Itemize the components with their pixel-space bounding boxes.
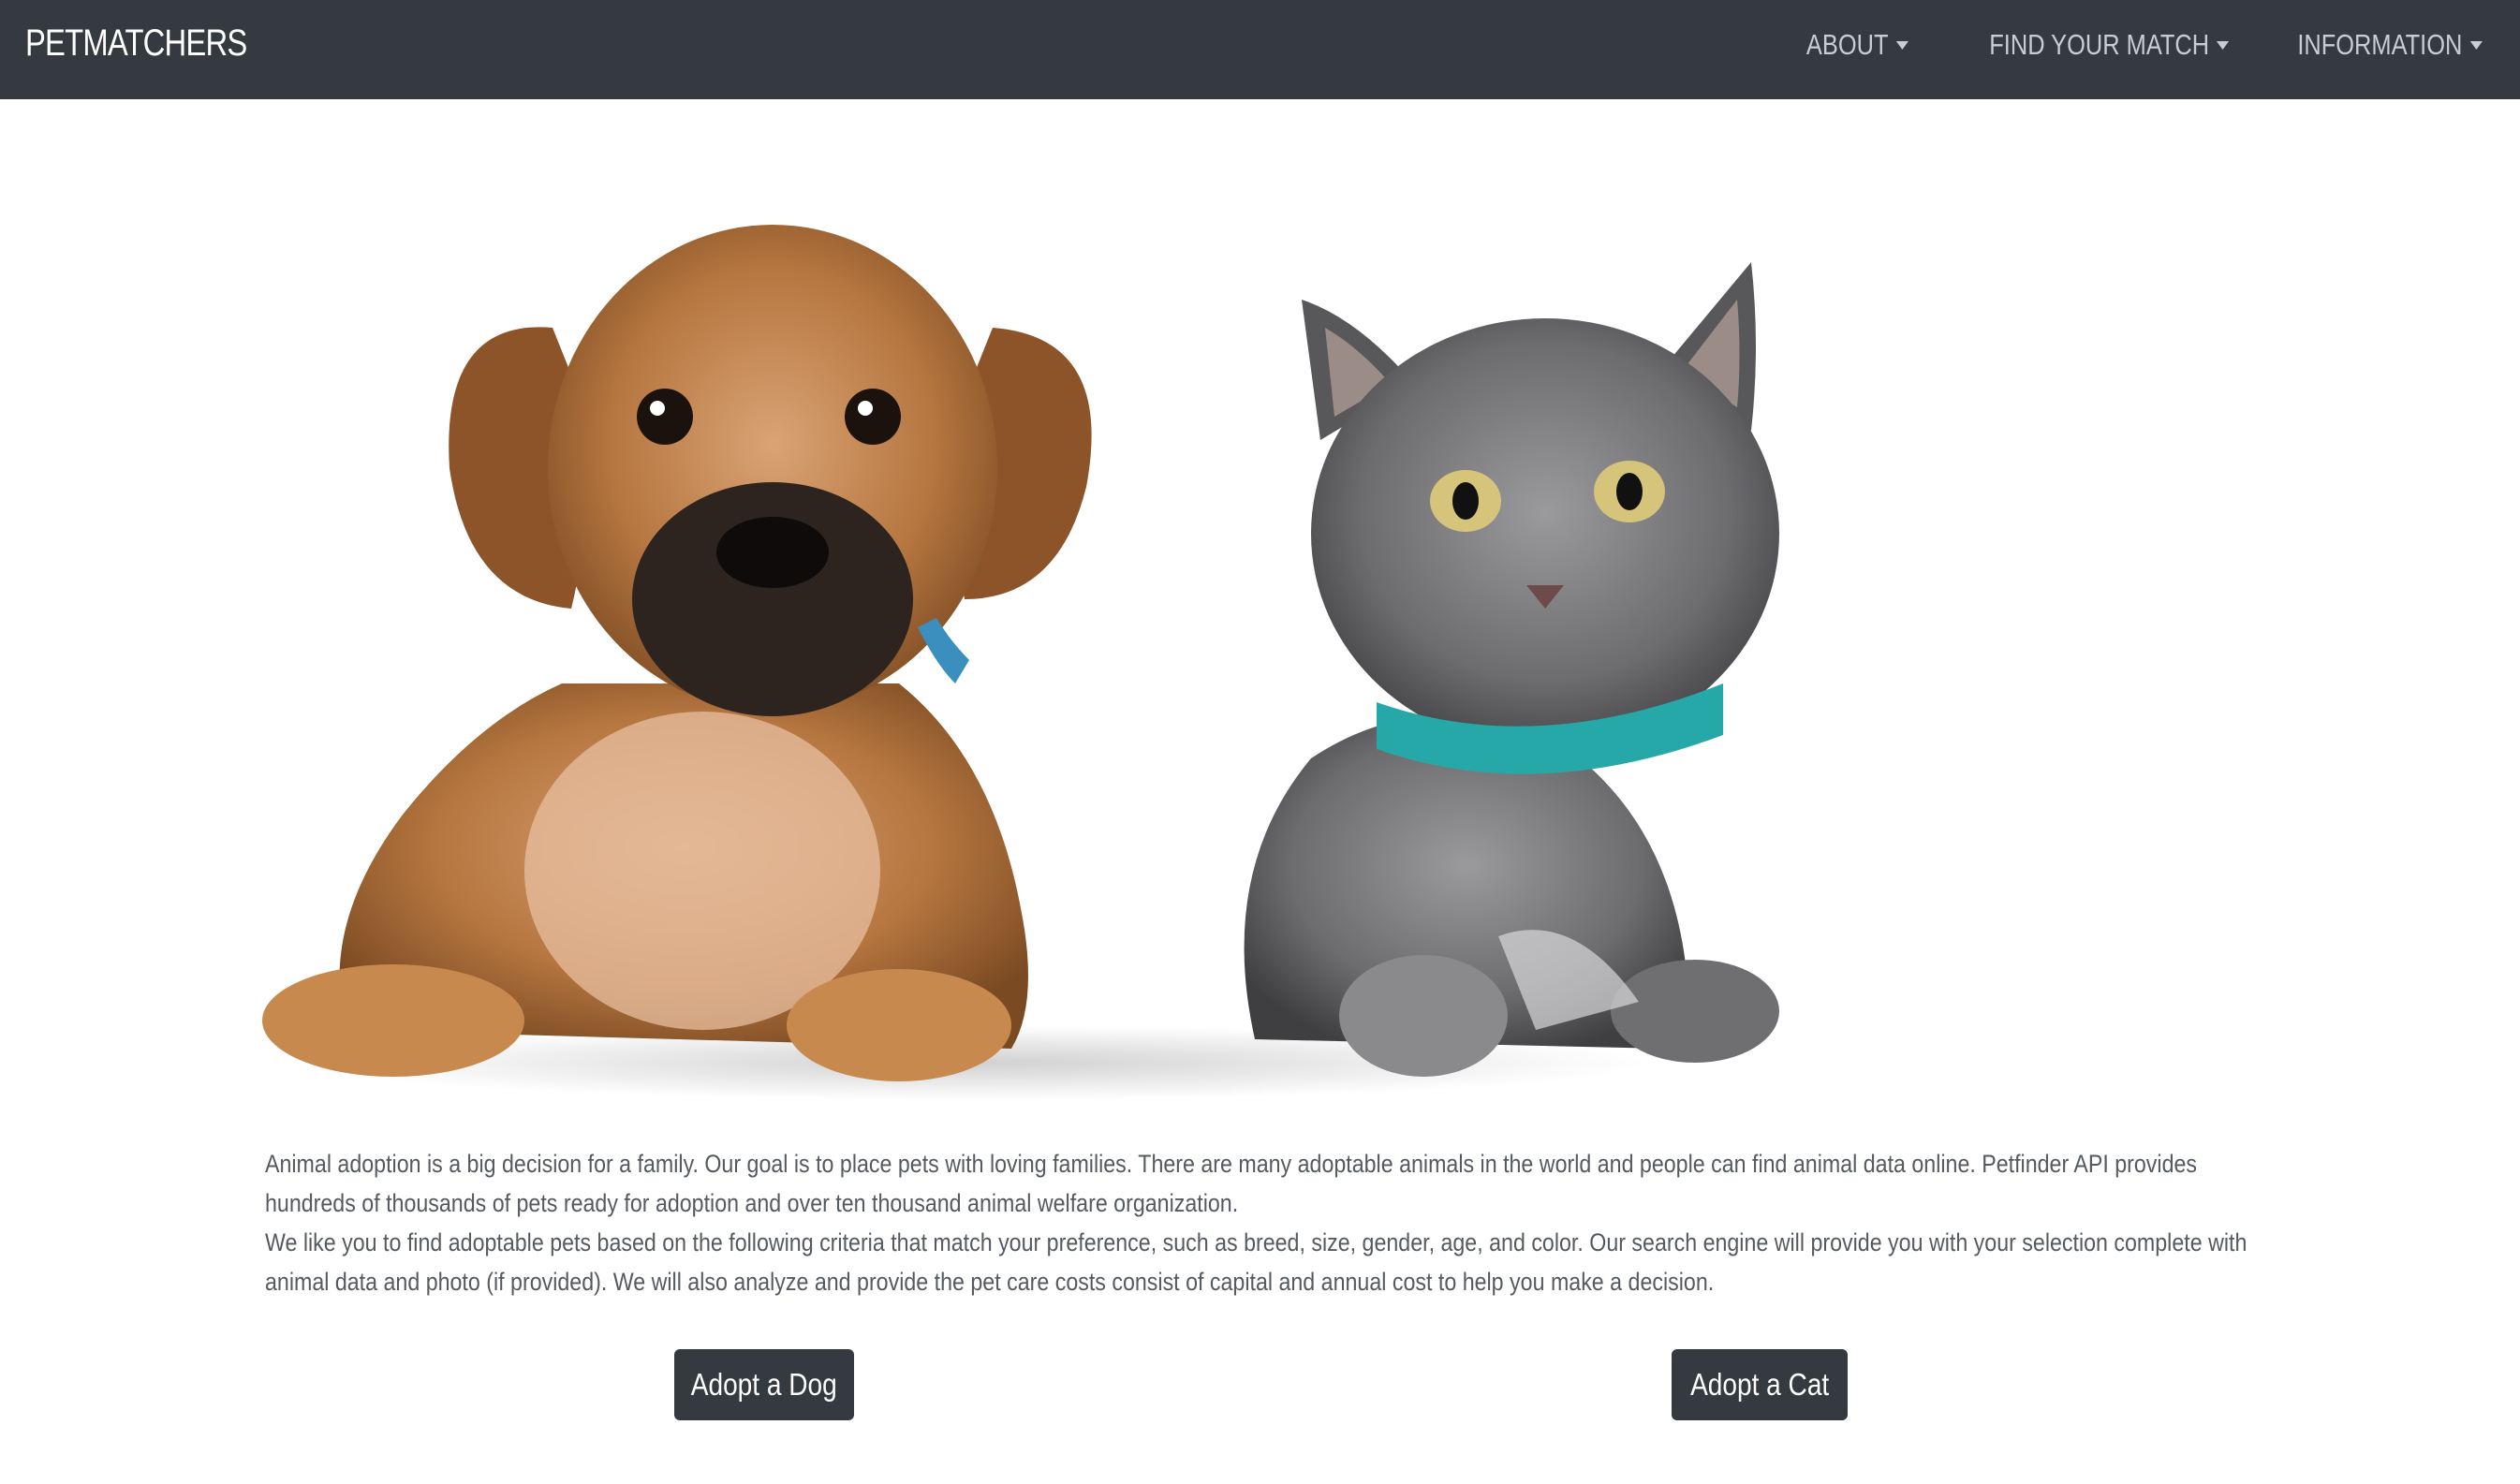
intro-description: Animal adoption is a big decision for a … — [265, 1144, 2262, 1301]
nav-information-dropdown[interactable]: INFORMATION — [2298, 28, 2483, 62]
nav-about-dropdown[interactable]: ABOUT — [1806, 28, 1908, 62]
caret-down-icon — [2217, 40, 2230, 50]
nav-menu: ABOUT FIND YOUR MATCH INFORMATION — [1784, 28, 2483, 62]
nav-information-label: INFORMATION — [2297, 28, 2463, 61]
intro-paragraph-2: We like you to find adoptable pets based… — [265, 1228, 2247, 1296]
intro-paragraph-1: Animal adoption is a big decision for a … — [265, 1150, 2198, 1217]
brand-logo[interactable]: PETMATCHERS — [25, 22, 247, 65]
adopt-dog-button[interactable]: Adopt a Dog — [674, 1349, 854, 1420]
kitten-figure — [1244, 262, 1779, 1077]
adopt-cat-label: Adopt a Cat — [1689, 1367, 1830, 1402]
adopt-dog-label: Adopt a Dog — [691, 1367, 837, 1402]
hero-pets-image — [262, 159, 1910, 1105]
nav-about-label: ABOUT — [1805, 28, 1889, 61]
nav-find-your-match-dropdown[interactable]: FIND YOUR MATCH — [1989, 28, 2230, 62]
caret-down-icon — [1895, 40, 1908, 50]
adopt-cat-button[interactable]: Adopt a Cat — [1672, 1349, 1848, 1420]
puppy-figure — [262, 225, 1092, 1081]
nav-find-your-match-label: FIND YOUR MATCH — [1989, 28, 2209, 61]
top-navbar: PETMATCHERS ABOUT FIND YOUR MATCH INFORM… — [0, 0, 2520, 99]
caret-down-icon — [2469, 40, 2483, 50]
puppy-and-kitten-illustration — [262, 225, 1779, 1100]
